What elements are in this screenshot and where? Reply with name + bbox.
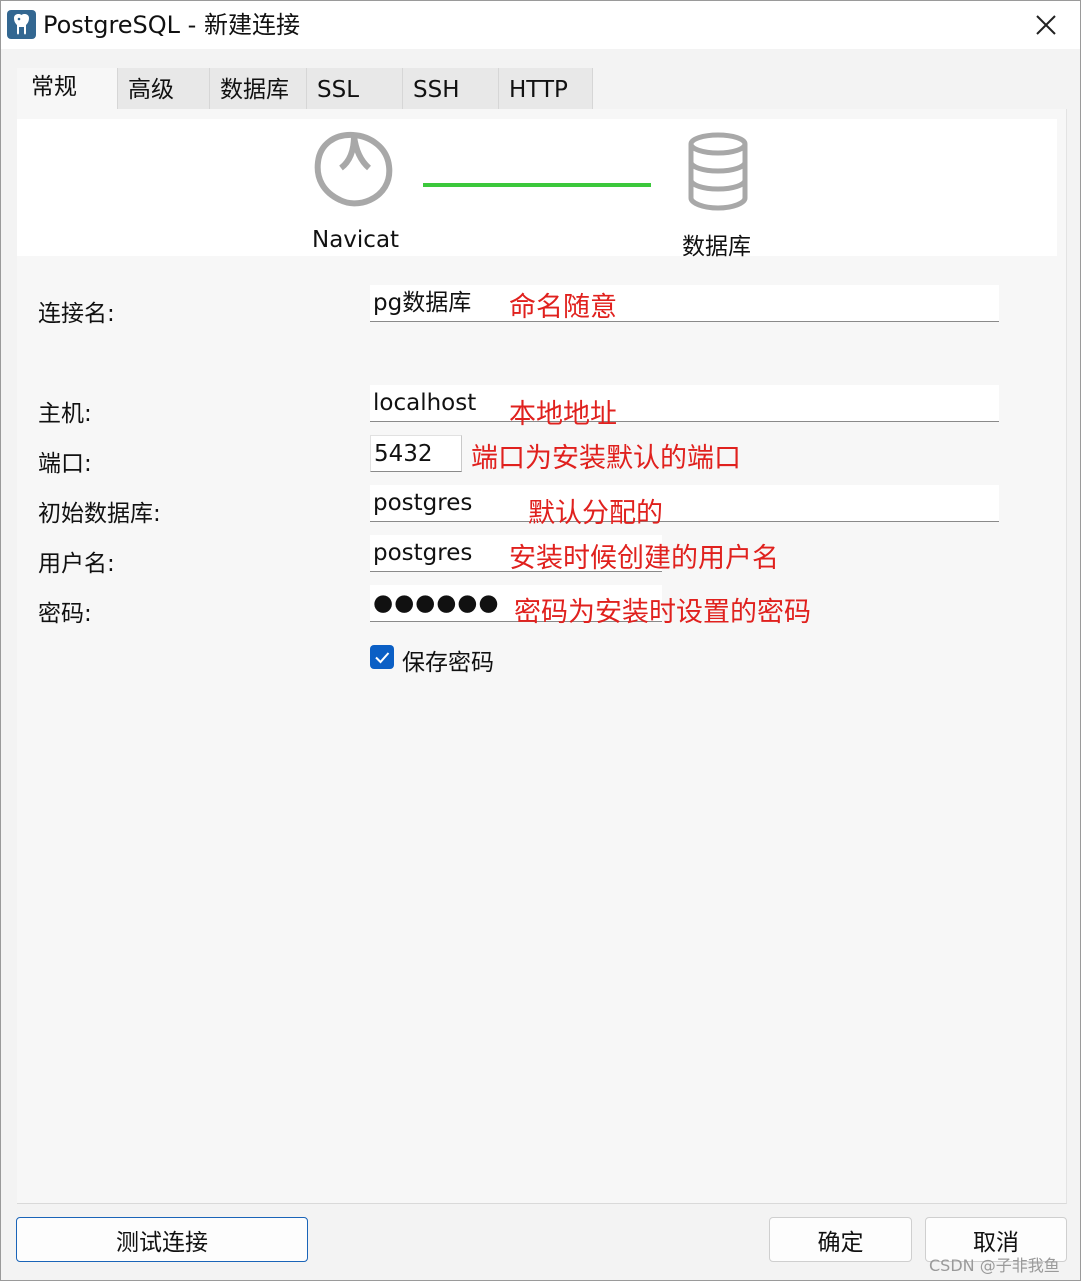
window-title: PostgreSQL - 新建连接 — [43, 11, 300, 39]
initial-database-input[interactable]: postgres — [370, 485, 999, 522]
password-label: 密码: — [38, 601, 92, 627]
general-panel: Navicat 数据库 — [17, 109, 1067, 1204]
username-label: 用户名: — [38, 551, 115, 577]
tab-database[interactable]: 数据库 — [210, 68, 307, 109]
tab-http[interactable]: HTTP — [499, 68, 593, 109]
tab-advanced[interactable]: 高级 — [118, 68, 210, 109]
host-input[interactable]: localhost — [370, 385, 999, 422]
database-label: 数据库 — [682, 234, 751, 260]
tab-ssl[interactable]: SSL — [307, 68, 403, 109]
connection-name-input[interactable]: pg数据库 — [370, 285, 999, 322]
connection-name-annotation: 命名随意 — [509, 292, 617, 323]
postgresql-elephant-icon — [7, 10, 36, 39]
navicat-label: Navicat — [312, 227, 400, 253]
close-icon — [1036, 15, 1056, 35]
initial-database-annotation: 默认分配的 — [528, 498, 663, 529]
navicat-logo-icon — [314, 131, 393, 207]
connection-line — [423, 183, 651, 187]
ok-button[interactable]: 确定 — [769, 1217, 912, 1262]
test-connection-button[interactable]: 测试连接 — [16, 1217, 308, 1262]
tab-ssh[interactable]: SSH — [403, 68, 499, 109]
host-label: 主机: — [38, 401, 92, 427]
database-icon — [688, 132, 748, 211]
port-label: 端口: — [38, 451, 92, 477]
save-password-checkbox[interactable] — [370, 645, 394, 669]
password-annotation: 密码为安装时设置的密码 — [514, 597, 811, 628]
port-annotation: 端口为安装默认的端口 — [471, 443, 741, 474]
username-annotation: 安装时候创建的用户名 — [509, 543, 779, 574]
host-annotation: 本地地址 — [509, 399, 617, 430]
tab-general[interactable]: 常规 — [17, 68, 118, 109]
title-bar: PostgreSQL - 新建连接 — [1, 1, 1080, 49]
port-input[interactable]: 5432 — [370, 435, 462, 472]
connection-dialog: PostgreSQL - 新建连接 常规 高级 数据库 SSL SSH HTTP — [0, 0, 1081, 1281]
connection-diagram: Navicat 数据库 — [17, 119, 1057, 260]
watermark: CSDN @子非我鱼 — [929, 1256, 1060, 1275]
save-password-label[interactable]: 保存密码 — [402, 643, 494, 677]
connection-name-label: 连接名: — [38, 301, 115, 327]
checkmark-icon — [375, 652, 390, 664]
close-button[interactable] — [1023, 5, 1069, 45]
initial-database-label: 初始数据库: — [38, 501, 161, 527]
